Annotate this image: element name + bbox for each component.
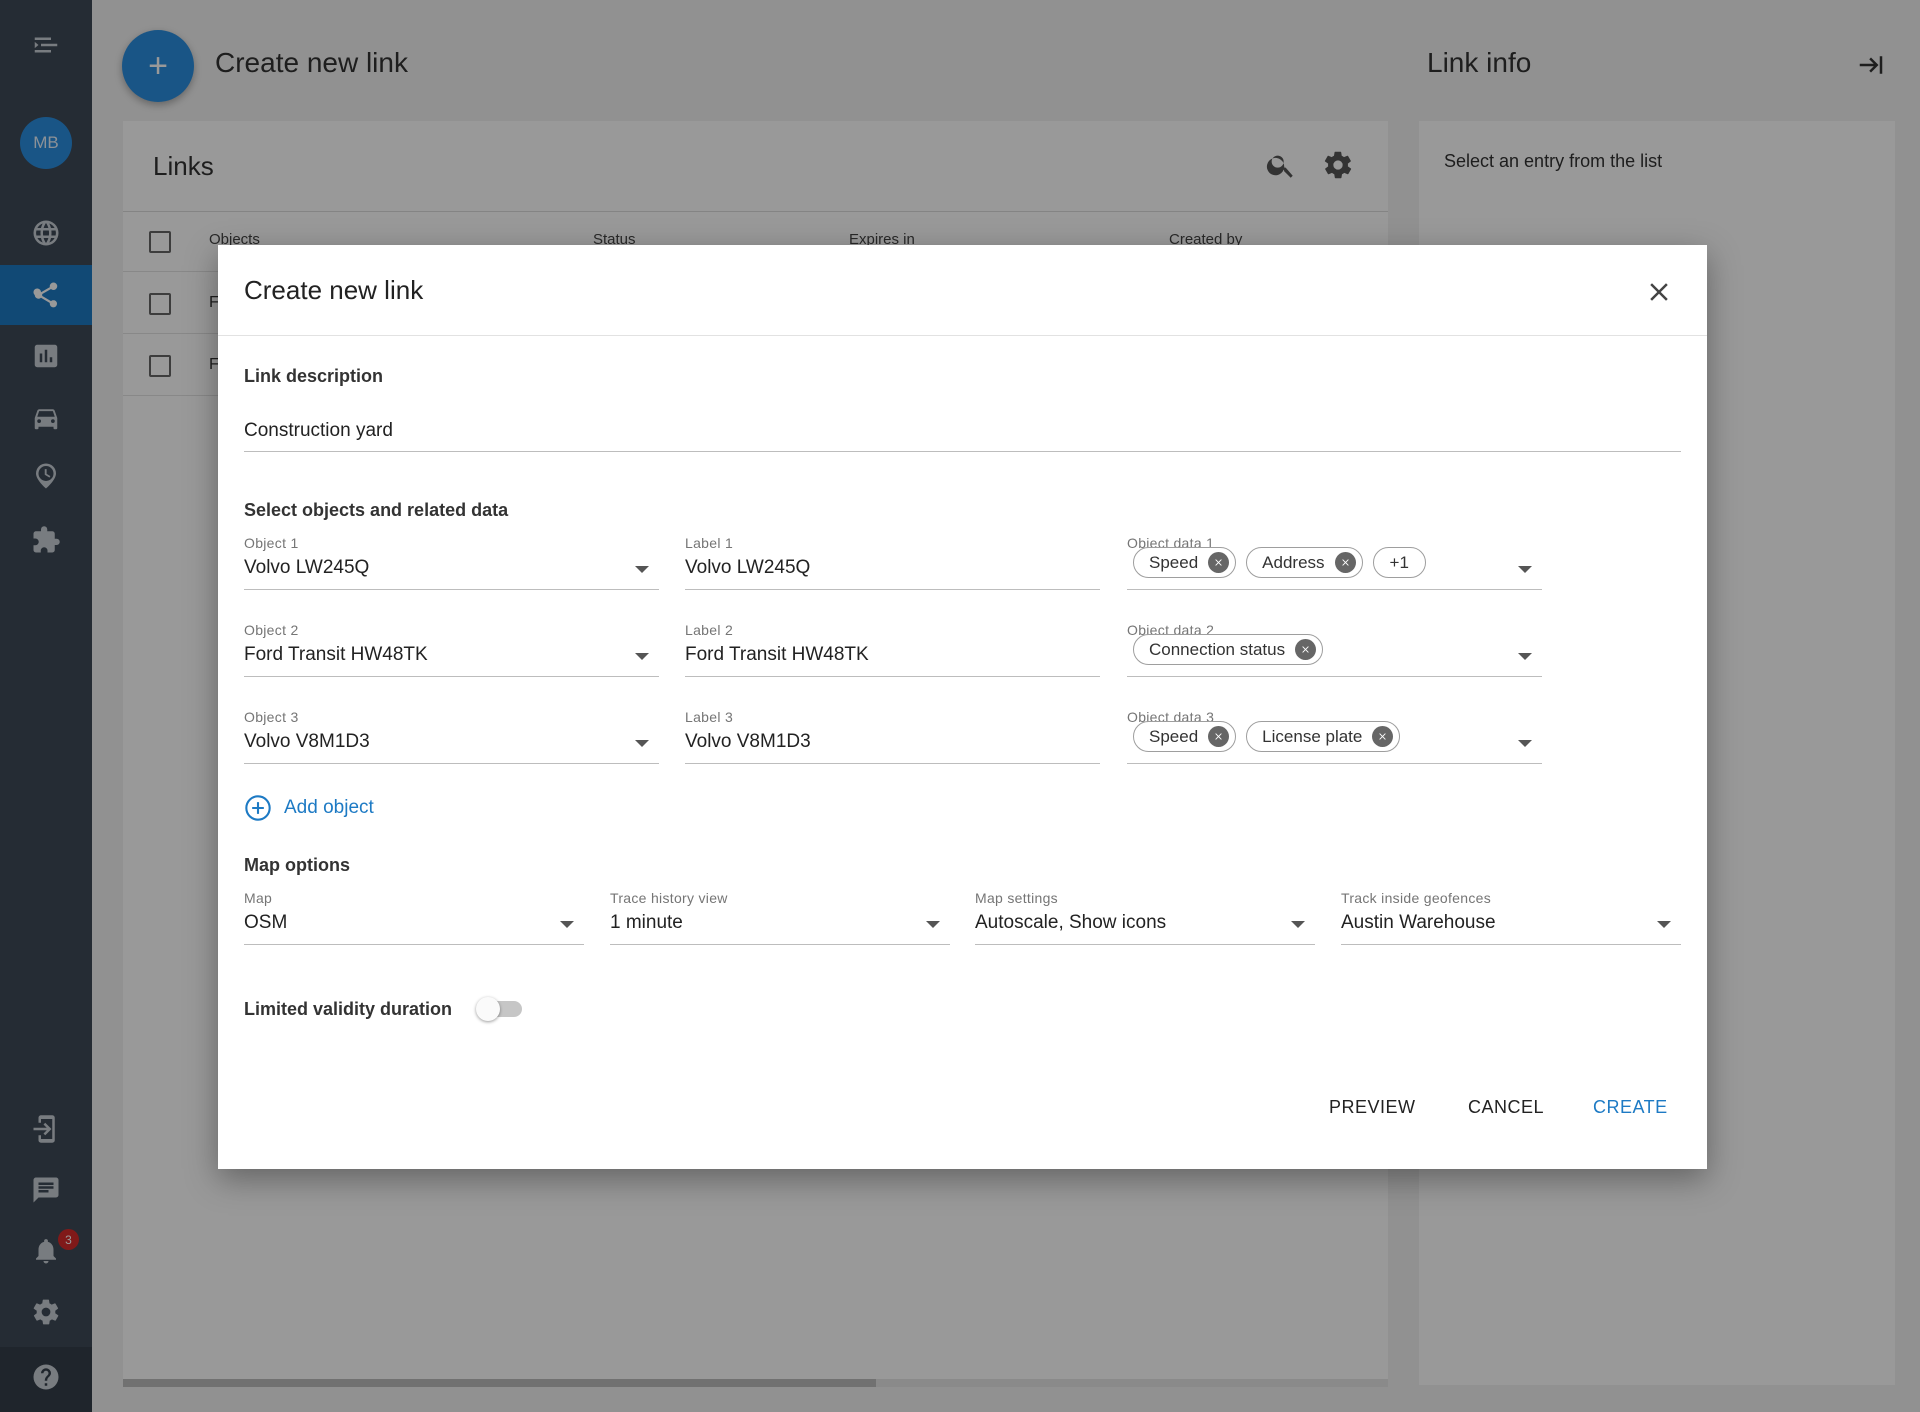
field-value: Volvo LW245Q (685, 557, 811, 578)
chip-label: Speed (1149, 552, 1199, 572)
dropdown-arrow-icon[interactable] (635, 740, 649, 747)
input-underline (1127, 763, 1542, 764)
remove-chip-icon[interactable] (1372, 726, 1394, 747)
input-underline (685, 763, 1100, 764)
object-2-select[interactable]: Object 2 Ford Transit HW48TK (244, 622, 659, 682)
input-underline (244, 763, 659, 764)
field-value: Ford Transit HW48TK (685, 644, 869, 665)
dropdown-arrow-icon[interactable] (635, 653, 649, 660)
object-data-1-select[interactable]: Object data 1 Speed Address +1 (1127, 535, 1542, 595)
field-label: Map (244, 890, 273, 906)
link-description-input[interactable]: Construction yard (244, 420, 393, 442)
input-underline (685, 676, 1100, 677)
object-1-select[interactable]: Object 1 Volvo LW245Q (244, 535, 659, 595)
dropdown-arrow-icon[interactable] (635, 566, 649, 573)
field-value: Austin Warehouse (1341, 912, 1496, 933)
cancel-button[interactable]: CANCEL (1468, 1097, 1544, 1118)
field-value: Autoscale, Show icons (975, 912, 1167, 933)
map-select[interactable]: Map OSM (244, 890, 584, 950)
dropdown-arrow-icon[interactable] (560, 921, 574, 928)
input-underline (244, 676, 659, 677)
field-label: Label 2 (685, 622, 734, 638)
field-label: Track inside geofences (1341, 890, 1492, 906)
map-settings-select[interactable]: Map settings Autoscale, Show icons (975, 890, 1315, 950)
dropdown-arrow-icon[interactable] (1518, 740, 1532, 747)
chip[interactable]: Address (1246, 547, 1363, 578)
label-3-input[interactable]: Label 3 Volvo V8M1D3 (685, 709, 1100, 769)
geofences-select[interactable]: Track inside geofences Austin Warehouse (1341, 890, 1681, 950)
field-label: Label 3 (685, 709, 734, 725)
input-underline (244, 944, 584, 945)
object-data-3-select[interactable]: Object data 3 Speed License plate (1127, 709, 1542, 769)
section-title: Map options (244, 855, 350, 875)
section-title: Link description (244, 366, 384, 386)
dropdown-arrow-icon[interactable] (1657, 921, 1671, 928)
chip[interactable]: Connection status (1133, 634, 1324, 665)
field-value: Ford Transit HW48TK (244, 644, 428, 665)
limited-validity-label: Limited validity duration (244, 999, 453, 1019)
field-label: Object 2 (244, 622, 299, 638)
field-label: Trace history view (610, 890, 728, 906)
dropdown-arrow-icon[interactable] (926, 921, 940, 928)
chip-label: Connection status (1149, 639, 1286, 659)
add-object-label: Add object (284, 797, 374, 818)
field-value: Volvo LW245Q (244, 557, 370, 578)
remove-chip-icon[interactable] (1334, 552, 1356, 573)
object-3-select[interactable]: Object 3 Volvo V8M1D3 (244, 709, 659, 769)
input-underline (244, 589, 659, 590)
field-label: Object 3 (244, 709, 299, 725)
add-circle-icon (245, 795, 271, 821)
preview-button[interactable]: PREVIEW (1329, 1097, 1416, 1118)
add-object-button[interactable]: Add object (244, 793, 374, 823)
section-title: Select objects and related data (244, 500, 509, 520)
field-value: Volvo V8M1D3 (685, 731, 811, 752)
input-underline (685, 589, 1100, 590)
remove-chip-icon[interactable] (1208, 726, 1230, 747)
chip[interactable]: Speed (1133, 547, 1237, 578)
field-value: Volvo V8M1D3 (244, 731, 370, 752)
dropdown-arrow-icon[interactable] (1291, 921, 1305, 928)
input-underline (1127, 676, 1542, 677)
input-underline (244, 451, 1681, 452)
remove-chip-icon[interactable] (1208, 552, 1230, 573)
field-label: Object 1 (244, 535, 299, 551)
input-underline (1127, 589, 1542, 590)
more-chips-badge[interactable]: +1 (1372, 547, 1426, 578)
chip-label: Address (1262, 552, 1325, 572)
remove-chip-icon[interactable] (1295, 639, 1317, 660)
create-link-dialog: Create new link Link description Constru… (218, 245, 1707, 1169)
input-underline (1341, 944, 1681, 945)
dropdown-arrow-icon[interactable] (1518, 566, 1532, 573)
input-underline (975, 944, 1315, 945)
label-1-input[interactable]: Label 1 Volvo LW245Q (685, 535, 1100, 595)
limited-validity-toggle[interactable] (476, 997, 526, 1021)
trace-history-select[interactable]: Trace history view 1 minute (610, 890, 950, 950)
object-data-2-select[interactable]: Object data 2 Connection status (1127, 622, 1542, 682)
label-2-input[interactable]: Label 2 Ford Transit HW48TK (685, 622, 1100, 682)
field-value: OSM (244, 912, 288, 933)
chip[interactable]: License plate (1246, 721, 1401, 752)
chip[interactable]: Speed (1133, 721, 1237, 752)
field-label: Map settings (975, 890, 1058, 906)
field-value: 1 minute (610, 912, 683, 933)
field-label: Label 1 (685, 535, 734, 551)
input-underline (610, 944, 950, 945)
create-button[interactable]: CREATE (1593, 1097, 1668, 1118)
chip-label: Speed (1149, 726, 1199, 746)
toggle-knob (476, 997, 500, 1021)
dropdown-arrow-icon[interactable] (1518, 653, 1532, 660)
chip-label: License plate (1262, 726, 1363, 746)
divider (218, 335, 1707, 336)
dialog-title: Create new link (244, 275, 424, 305)
close-icon[interactable] (1644, 277, 1674, 307)
